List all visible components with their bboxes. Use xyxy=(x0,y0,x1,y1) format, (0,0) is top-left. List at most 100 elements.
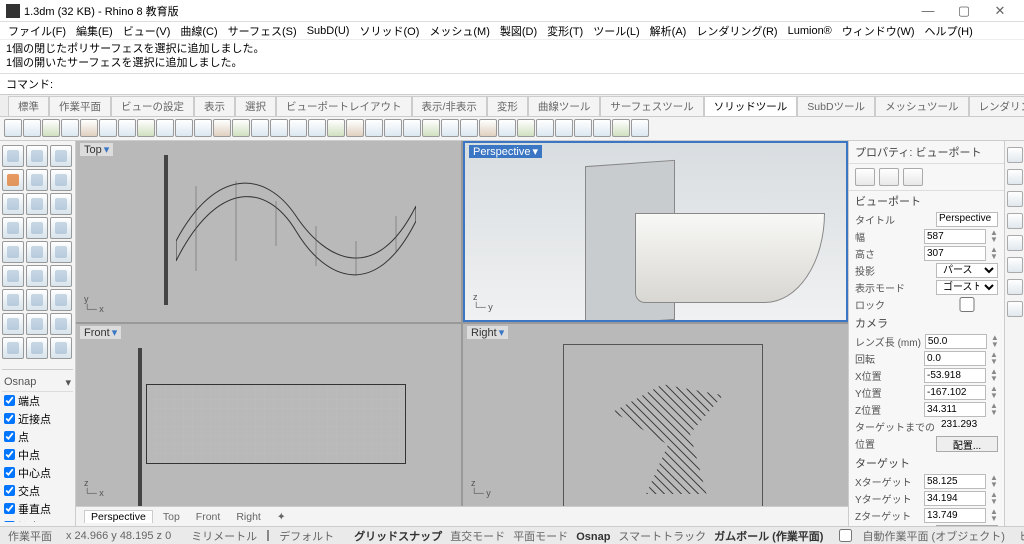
prop-width[interactable] xyxy=(924,229,986,244)
menu-item[interactable]: ヘルプ(H) xyxy=(921,23,977,39)
toolbar-button[interactable] xyxy=(23,119,41,137)
toolbar-button[interactable] xyxy=(308,119,326,137)
tool-button[interactable] xyxy=(50,265,72,287)
tool-button[interactable] xyxy=(26,193,48,215)
viewport-tab[interactable]: Perspective xyxy=(84,510,153,523)
viewport-perspective[interactable]: Perspective▾ z└─ y xyxy=(463,141,848,323)
toolbar-button[interactable] xyxy=(536,119,554,137)
tool-button[interactable] xyxy=(26,289,48,311)
toolbar-button[interactable] xyxy=(42,119,60,137)
menu-item[interactable]: ウィンドウ(W) xyxy=(838,23,919,39)
viewport-tab[interactable]: Front xyxy=(190,511,227,523)
prop-ypos[interactable] xyxy=(924,385,986,400)
prop-lens[interactable] xyxy=(925,334,987,349)
menu-item[interactable]: 解析(A) xyxy=(646,23,691,39)
viewport-right[interactable]: Right▾ z└─ y xyxy=(463,324,848,506)
tool-button[interactable] xyxy=(2,241,24,263)
paint-icon[interactable] xyxy=(903,168,923,186)
toolbar-tab[interactable]: ソリッドツール xyxy=(704,96,798,116)
tool-button[interactable] xyxy=(2,265,24,287)
tool-button[interactable] xyxy=(2,313,24,335)
dock-button[interactable] xyxy=(1007,279,1023,295)
toolbar-button[interactable] xyxy=(251,119,269,137)
place-camera-button[interactable]: 配置... xyxy=(936,436,998,452)
prop-title[interactable]: Perspective xyxy=(936,212,998,227)
toolbar-button[interactable] xyxy=(631,119,649,137)
osnap-item[interactable]: 垂直点 xyxy=(2,500,73,518)
toolbar-button[interactable] xyxy=(574,119,592,137)
status-layer[interactable]: デフォルト xyxy=(275,528,338,544)
dock-button[interactable] xyxy=(1007,301,1023,317)
viewport-tab[interactable]: Top xyxy=(157,511,186,523)
menu-item[interactable]: サーフェス(S) xyxy=(224,23,301,39)
toolbar-button[interactable] xyxy=(4,119,22,137)
osnap-checkbox[interactable] xyxy=(4,503,15,514)
menu-item[interactable]: 製図(D) xyxy=(496,23,541,39)
toolbar-button[interactable] xyxy=(403,119,421,137)
toolbar-button[interactable] xyxy=(441,119,459,137)
osnap-checkbox[interactable] xyxy=(4,485,15,496)
toolbar-tab[interactable]: 曲線ツール xyxy=(528,96,601,116)
toolbar-tab[interactable]: ビューの設定 xyxy=(111,96,194,116)
osnap-checkbox[interactable] xyxy=(4,395,15,406)
menu-item[interactable]: Lumion® xyxy=(784,25,836,37)
prop-ztarget[interactable] xyxy=(924,508,986,523)
osnap-checkbox[interactable] xyxy=(4,431,15,442)
toolbar-button[interactable] xyxy=(460,119,478,137)
toolbar-button[interactable] xyxy=(517,119,535,137)
toolbar-button[interactable] xyxy=(612,119,630,137)
osnap-item[interactable]: 中点 xyxy=(2,446,73,464)
toolbar-button[interactable] xyxy=(80,119,98,137)
status-units[interactable]: ミリメートル xyxy=(187,528,261,544)
menu-item[interactable]: 変形(T) xyxy=(543,23,587,39)
osnap-item[interactable]: 点 xyxy=(2,428,73,446)
toolbar-button[interactable] xyxy=(156,119,174,137)
tool-button[interactable] xyxy=(50,145,72,167)
tool-button[interactable] xyxy=(50,217,72,239)
close-button[interactable]: ✕ xyxy=(982,3,1018,19)
dock-button[interactable] xyxy=(1007,257,1023,273)
tool-button[interactable] xyxy=(26,337,48,359)
status-toggle[interactable]: Osnap xyxy=(572,531,614,543)
status-history[interactable]: ヒストリを記 xyxy=(1015,528,1024,544)
osnap-checkbox[interactable] xyxy=(4,521,15,522)
tool-button[interactable] xyxy=(26,265,48,287)
add-viewport-icon[interactable]: ✦ xyxy=(271,511,292,523)
toolbar-button[interactable] xyxy=(555,119,573,137)
tool-button[interactable] xyxy=(50,193,72,215)
osnap-item[interactable]: 端点 xyxy=(2,392,73,410)
toolbar-button[interactable] xyxy=(270,119,288,137)
osnap-checkbox[interactable] xyxy=(4,413,15,424)
tool-button[interactable] xyxy=(2,193,24,215)
tool-button[interactable] xyxy=(50,313,72,335)
dock-button[interactable] xyxy=(1007,147,1023,163)
dock-button[interactable] xyxy=(1007,235,1023,251)
dock-button[interactable] xyxy=(1007,213,1023,229)
osnap-item[interactable]: 近接点 xyxy=(2,410,73,428)
tool-button[interactable] xyxy=(2,145,24,167)
status-cplane[interactable]: 作業平面 xyxy=(4,528,56,544)
tool-button[interactable] xyxy=(50,289,72,311)
toolbar-tab[interactable]: 作業平面 xyxy=(49,96,111,116)
tool-button[interactable] xyxy=(26,313,48,335)
menu-item[interactable]: レンダリング(R) xyxy=(692,23,781,39)
toolbar-button[interactable] xyxy=(593,119,611,137)
tool-button[interactable] xyxy=(26,169,48,191)
toolbar-button[interactable] xyxy=(213,119,231,137)
status-toggle[interactable]: ガムボール (作業平面) xyxy=(710,531,827,543)
toolbar-tab[interactable]: 標準 xyxy=(8,96,49,116)
osnap-checkbox[interactable] xyxy=(4,449,15,460)
layer-swatch[interactable] xyxy=(267,530,269,541)
toolbar-tab[interactable]: レンダリングツール xyxy=(969,96,1024,116)
maximize-button[interactable]: ▢ xyxy=(946,3,982,19)
osnap-item[interactable]: 中心点 xyxy=(2,464,73,482)
toolbar-tab[interactable]: SubDツール xyxy=(797,96,875,116)
auto-cplane-check[interactable] xyxy=(839,529,852,542)
toolbar-button[interactable] xyxy=(99,119,117,137)
prop-xtarget[interactable] xyxy=(924,474,986,489)
status-autocplane[interactable]: 自動作業平面 (オブジェクト) xyxy=(858,528,1008,544)
toolbar-button[interactable] xyxy=(194,119,212,137)
toolbar-tab[interactable]: 選択 xyxy=(235,96,276,116)
viewport-tab[interactable]: Right xyxy=(230,511,267,523)
viewport-top[interactable]: Top▾ y└─ x xyxy=(76,141,461,323)
